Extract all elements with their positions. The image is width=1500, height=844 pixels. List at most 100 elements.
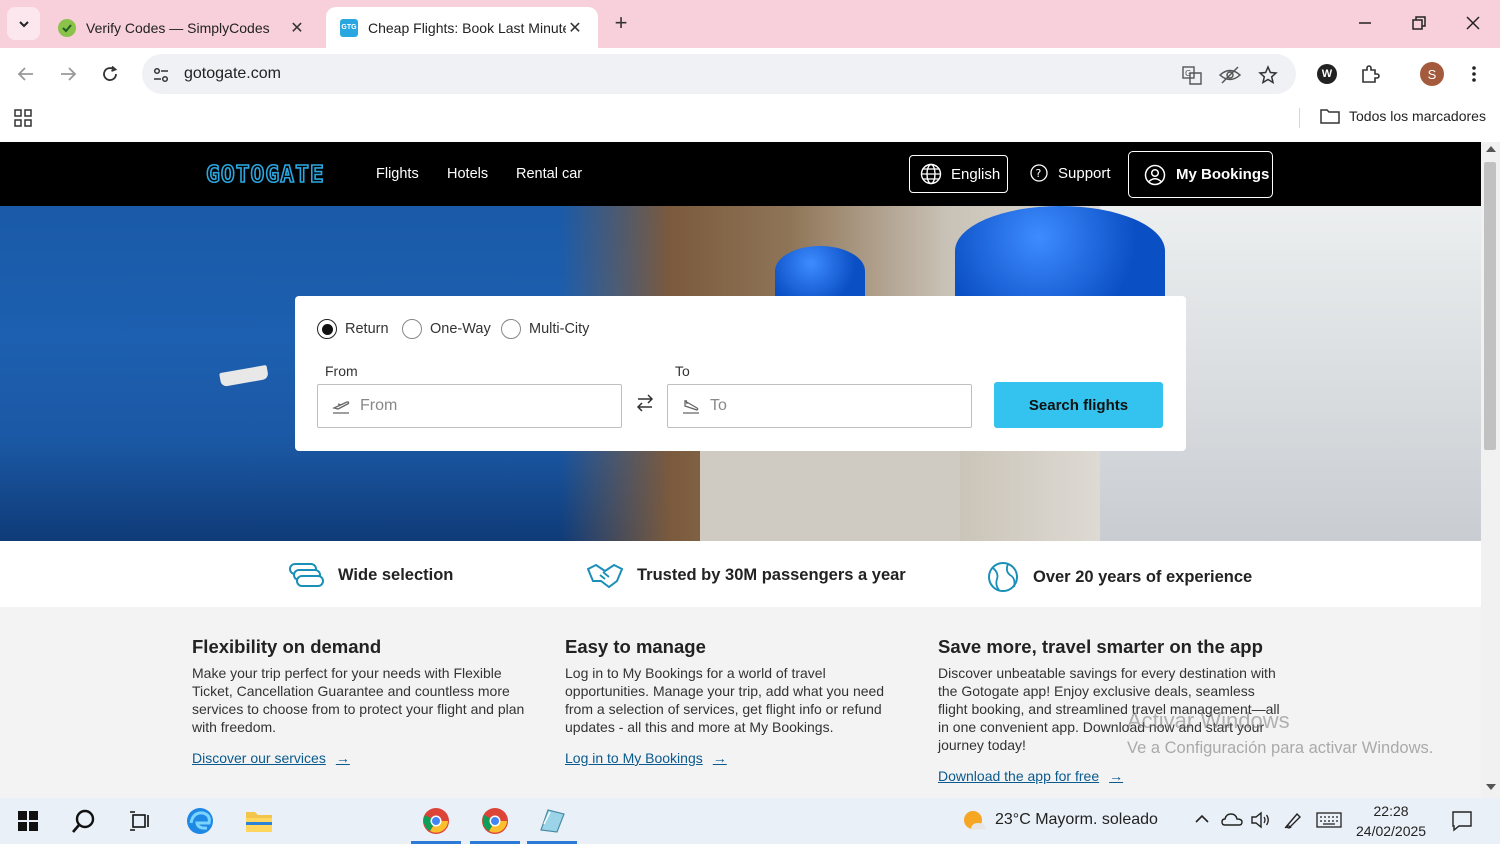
onedrive-cloud-icon[interactable] — [1221, 811, 1243, 832]
tab-gotogate[interactable]: GTG Cheap Flights: Book Last Minute ✕ — [326, 7, 598, 48]
swap-arrows-icon — [636, 394, 654, 412]
tab-search-button[interactable] — [7, 7, 40, 40]
gotogate-logo[interactable]: GOTOGATE — [205, 161, 340, 190]
flight-search-form: Return One-Way Multi-City From From To T… — [295, 296, 1186, 451]
trip-type-return[interactable]: Return — [317, 319, 389, 339]
browser-menu-icon[interactable] — [1461, 61, 1487, 87]
trip-type-one-way[interactable]: One-Way — [402, 319, 491, 339]
forward-button[interactable] — [54, 60, 82, 88]
nav-hotels[interactable]: Hotels — [447, 166, 488, 182]
keyboard-icon[interactable] — [1316, 812, 1342, 833]
from-label: From — [325, 363, 358, 379]
reload-button[interactable] — [96, 60, 124, 88]
new-tab-button[interactable]: + — [608, 10, 634, 36]
task-view-icon — [130, 811, 149, 831]
tab-simplycodes[interactable]: Verify Codes — SimplyCodes ✕ — [44, 7, 320, 48]
page-scrollbar[interactable] — [1481, 142, 1500, 798]
info-easy-manage: Easy to manage Log in to My Bookings for… — [565, 636, 910, 768]
help-circle-icon: ? — [1030, 164, 1048, 182]
plane-landing-icon — [682, 398, 700, 414]
download-app-link[interactable]: Download the app for free → — [938, 768, 1123, 784]
info-title: Easy to manage — [565, 636, 706, 657]
address-bar[interactable]: gotogate.com G — [142, 54, 1296, 94]
profile-avatar[interactable]: S — [1419, 61, 1445, 87]
arrow-right-icon: → — [712, 750, 727, 766]
site-info-icon[interactable] — [150, 64, 172, 86]
bookmarks-bar: Todos los marcadores — [0, 100, 1500, 142]
extension-w-icon[interactable]: W — [1314, 61, 1340, 87]
trip-type-label: Multi-City — [529, 321, 590, 337]
taskbar-chrome-2[interactable] — [468, 798, 522, 844]
tab-title: Cheap Flights: Book Last Minute — [368, 19, 566, 36]
scroll-up-icon[interactable] — [1486, 146, 1496, 152]
trip-type-label: One-Way — [430, 321, 491, 337]
weather-text[interactable]: 23°C Mayorm. soleado — [995, 811, 1158, 829]
all-bookmarks-button[interactable]: Todos los marcadores — [1320, 108, 1486, 124]
windows-taskbar: 23°C Mayorm. soleado 22:28 24/02/2025 — [0, 798, 1500, 844]
pen-icon[interactable] — [1283, 810, 1303, 835]
scroll-down-icon[interactable] — [1486, 784, 1496, 790]
taskbar-search-button[interactable] — [57, 798, 111, 844]
bookmark-star-icon[interactable] — [1257, 64, 1279, 86]
extensions-puzzle-icon[interactable] — [1357, 61, 1383, 87]
restore-icon — [1412, 16, 1426, 30]
to-label: To — [675, 363, 690, 379]
folder-icon — [246, 812, 272, 832]
to-input[interactable]: To — [667, 384, 972, 428]
nav-rental-car[interactable]: Rental car — [516, 166, 582, 182]
activate-windows-subtitle: Ve a Configuración para activar Windows. — [1127, 739, 1434, 757]
weather-icon[interactable] — [961, 808, 989, 839]
translate-icon[interactable]: G — [1181, 64, 1203, 86]
svg-text:?: ? — [1036, 167, 1042, 180]
reload-icon — [103, 65, 118, 81]
from-input[interactable]: From — [317, 384, 622, 428]
taskbar-edge[interactable] — [173, 798, 227, 844]
stacked-tickets-icon — [288, 561, 324, 589]
discover-services-link[interactable]: Discover our services → — [192, 750, 350, 766]
swap-airports-button[interactable] — [636, 394, 654, 417]
my-bookings-label: My Bookings — [1176, 166, 1270, 183]
scrollbar-thumb[interactable] — [1484, 162, 1496, 450]
avatar: S — [1420, 62, 1444, 86]
back-button[interactable] — [12, 60, 40, 88]
close-tab-icon[interactable]: ✕ — [566, 18, 584, 38]
radio-checked-icon — [317, 319, 337, 339]
link-label: Log in to My Bookings — [565, 750, 703, 766]
language-button[interactable]: English — [909, 155, 1008, 193]
simplycodes-favicon-icon — [58, 18, 76, 37]
notifications-icon[interactable] — [1451, 810, 1473, 837]
arrow-right-icon — [61, 67, 77, 81]
my-bookings-button[interactable]: My Bookings — [1128, 151, 1273, 198]
task-view-button[interactable] — [113, 798, 167, 844]
eye-off-icon[interactable] — [1219, 64, 1241, 86]
close-tab-icon[interactable]: ✕ — [288, 18, 306, 38]
volume-icon[interactable] — [1250, 811, 1270, 834]
search-flights-button[interactable]: Search flights — [994, 382, 1163, 428]
login-my-bookings-link[interactable]: Log in to My Bookings → — [565, 750, 727, 766]
info-text: Log in to My Bookings for a world of tra… — [565, 665, 885, 735]
url-text: gotogate.com — [184, 65, 281, 82]
support-link[interactable]: ? Support — [1030, 164, 1111, 182]
language-label: English — [951, 165, 1001, 183]
browser-toolbar: gotogate.com G W S — [0, 48, 1500, 100]
apps-grid-icon[interactable] — [14, 109, 32, 132]
restore-button[interactable] — [1404, 10, 1434, 36]
user-circle-icon — [1144, 164, 1166, 185]
site-header: GOTOGATE Flights Hotels Rental car Engli… — [0, 142, 1481, 206]
close-window-button[interactable] — [1458, 10, 1488, 36]
hero-blue-dome — [775, 246, 865, 296]
taskbar-app[interactable] — [525, 798, 579, 844]
system-clock[interactable]: 22:28 24/02/2025 — [1356, 801, 1426, 841]
trip-type-multi-city[interactable]: Multi-City — [501, 319, 589, 339]
hero-blue-dome — [955, 206, 1165, 296]
taskbar-chrome-1[interactable] — [409, 798, 463, 844]
start-button[interactable] — [1, 798, 55, 844]
trip-type-label: Return — [345, 321, 389, 337]
minimize-button[interactable] — [1350, 10, 1380, 36]
nav-flights[interactable]: Flights — [376, 166, 419, 182]
all-bookmarks-label: Todos los marcadores — [1349, 108, 1486, 124]
folder-icon — [1320, 109, 1340, 124]
usp-text: Wide selection — [338, 565, 454, 584]
taskbar-file-explorer[interactable] — [232, 798, 286, 844]
show-hidden-icons-chevron-up-icon[interactable] — [1194, 812, 1210, 831]
